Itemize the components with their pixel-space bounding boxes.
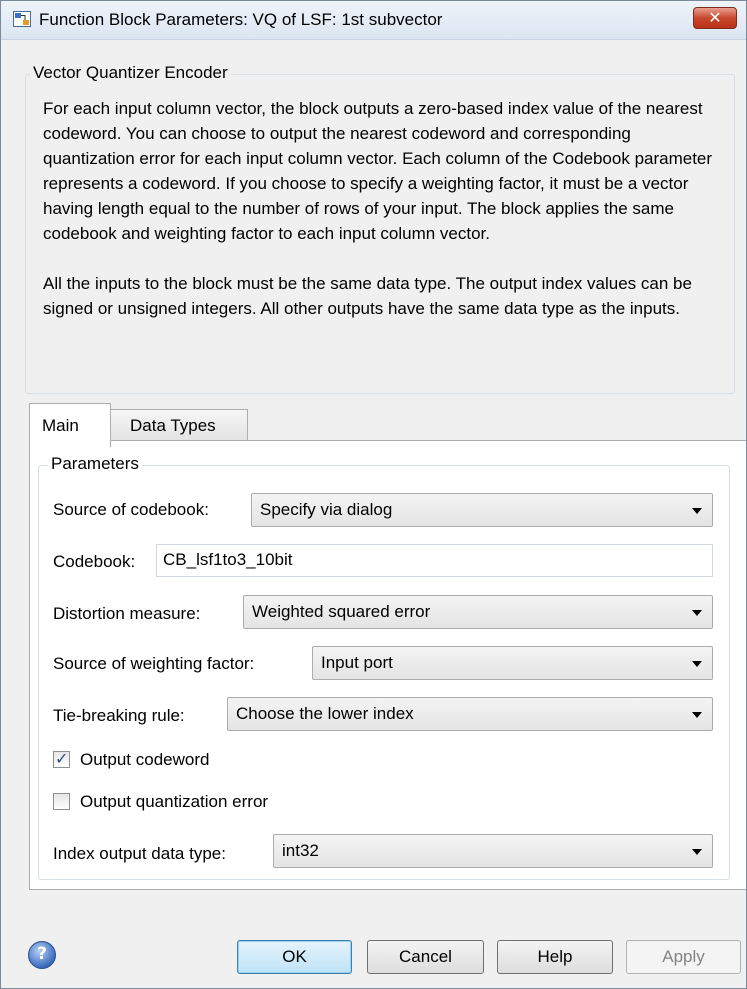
distortion-measure-dropdown[interactable]: Weighted squared error: [243, 595, 713, 629]
close-button[interactable]: ✕: [693, 7, 737, 29]
codebook-input[interactable]: [163, 550, 693, 570]
cancel-button[interactable]: Cancel: [367, 940, 484, 974]
output-quantization-error-checkbox[interactable]: [53, 793, 70, 810]
index-output-data-type-dropdown[interactable]: int32: [273, 834, 713, 868]
index-output-data-type-value: int32: [282, 841, 319, 860]
chevron-down-icon: [692, 610, 702, 616]
checkmark-icon: ✓: [55, 749, 69, 768]
codebook-label: Codebook:: [53, 552, 136, 571]
ok-button[interactable]: OK: [237, 940, 352, 974]
chevron-down-icon: [692, 849, 702, 855]
dialog-window: Function Block Parameters: VQ of LSF: 1s…: [0, 0, 747, 989]
source-of-codebook-dropdown[interactable]: Specify via dialog: [251, 493, 713, 527]
parameters-group-title: Parameters: [48, 454, 142, 474]
tie-breaking-rule-value: Choose the lower index: [236, 704, 414, 723]
distortion-measure-value: Weighted squared error: [252, 602, 431, 621]
description-paragraph: For each input column vector, the block …: [43, 99, 713, 243]
output-codeword-label[interactable]: Output codeword: [80, 750, 209, 770]
simulink-block-icon: [13, 11, 31, 27]
source-of-codebook-label: Source of codebook:: [53, 500, 209, 519]
apply-button[interactable]: Apply: [626, 940, 741, 974]
help-question-icon[interactable]: ?: [28, 941, 56, 969]
source-of-codebook-value: Specify via dialog: [260, 500, 393, 519]
help-button[interactable]: Help: [497, 940, 613, 974]
description-paragraph: All the inputs to the block must be the …: [43, 274, 692, 318]
window-title: Function Block Parameters: VQ of LSF: 1s…: [39, 10, 443, 29]
output-codeword-checkbox[interactable]: ✓: [53, 749, 70, 768]
tab-main[interactable]: Main: [29, 403, 111, 447]
tie-breaking-rule-label: Tie-breaking rule:: [53, 706, 185, 725]
chevron-down-icon: [692, 661, 702, 667]
title-bar[interactable]: Function Block Parameters: VQ of LSF: 1s…: [1, 1, 746, 40]
index-output-data-type-label: Index output data type:: [53, 844, 226, 863]
distortion-measure-label: Distortion measure:: [53, 604, 201, 623]
description-group-title: Vector Quantizer Encoder: [30, 63, 231, 83]
tie-breaking-rule-dropdown[interactable]: Choose the lower index: [227, 697, 713, 731]
tab-data-types[interactable]: Data Types: [111, 409, 248, 441]
output-quantization-error-label[interactable]: Output quantization error: [80, 792, 268, 812]
codebook-field[interactable]: [156, 544, 713, 577]
block-description: For each input column vector, the block …: [43, 96, 723, 321]
source-of-weighting-factor-dropdown[interactable]: Input port: [312, 646, 713, 680]
close-icon: ✕: [708, 8, 722, 27]
chevron-down-icon: [692, 712, 702, 718]
source-of-weighting-factor-label: Source of weighting factor:: [53, 654, 255, 673]
chevron-down-icon: [692, 508, 702, 514]
source-of-weighting-factor-value: Input port: [321, 653, 393, 672]
